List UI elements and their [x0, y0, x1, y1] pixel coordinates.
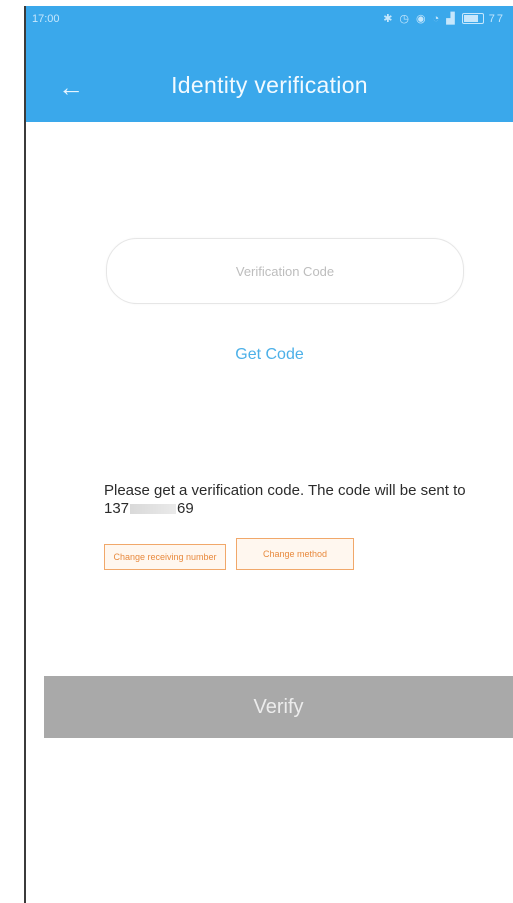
battery-icon: [461, 13, 484, 24]
verification-code-input[interactable]: [106, 238, 464, 304]
phone-frame: 17:00 ✱ ◷ ◉ ◔ ▟ 77 ← Identity verificati…: [0, 0, 513, 903]
verify-button[interactable]: Verify: [44, 676, 513, 738]
get-code-link[interactable]: Get Code: [26, 346, 513, 364]
status-time: 17:00: [32, 13, 60, 25]
change-method-label: Change method: [262, 549, 328, 559]
wifi-icon: ◔: [432, 12, 442, 25]
status-icons: ✱ ◷ ◉ ◔ ▟ 77: [383, 12, 505, 26]
status-bar: 17:00 ✱ ◷ ◉ ◔ ▟ 77: [26, 6, 513, 34]
verification-info-text: Please get a verification code. The code…: [104, 482, 474, 518]
header-bar: 17:00 ✱ ◷ ◉ ◔ ▟ 77 ← Identity verificati…: [26, 6, 513, 122]
app-screen: 17:00 ✱ ◷ ◉ ◔ ▟ 77 ← Identity verificati…: [26, 6, 513, 903]
left-margin: [0, 0, 24, 903]
battery-level: 77: [488, 12, 505, 25]
masked-phone-digits: [130, 504, 177, 515]
page-title: Identity verification: [171, 72, 368, 98]
alarm-icon: ◷: [399, 13, 412, 25]
change-method-button[interactable]: Change method: [236, 538, 354, 570]
change-receiving-number-button[interactable]: Change receiving number: [104, 544, 226, 570]
verify-label: Verify: [253, 695, 304, 718]
signal-icon: ▟: [446, 13, 457, 25]
bluetooth-icon: ✱: [383, 13, 395, 25]
location-icon: ◉: [416, 13, 428, 25]
change-number-label: Change receiving number: [113, 552, 217, 562]
info-text-suffix: 69: [177, 500, 194, 517]
